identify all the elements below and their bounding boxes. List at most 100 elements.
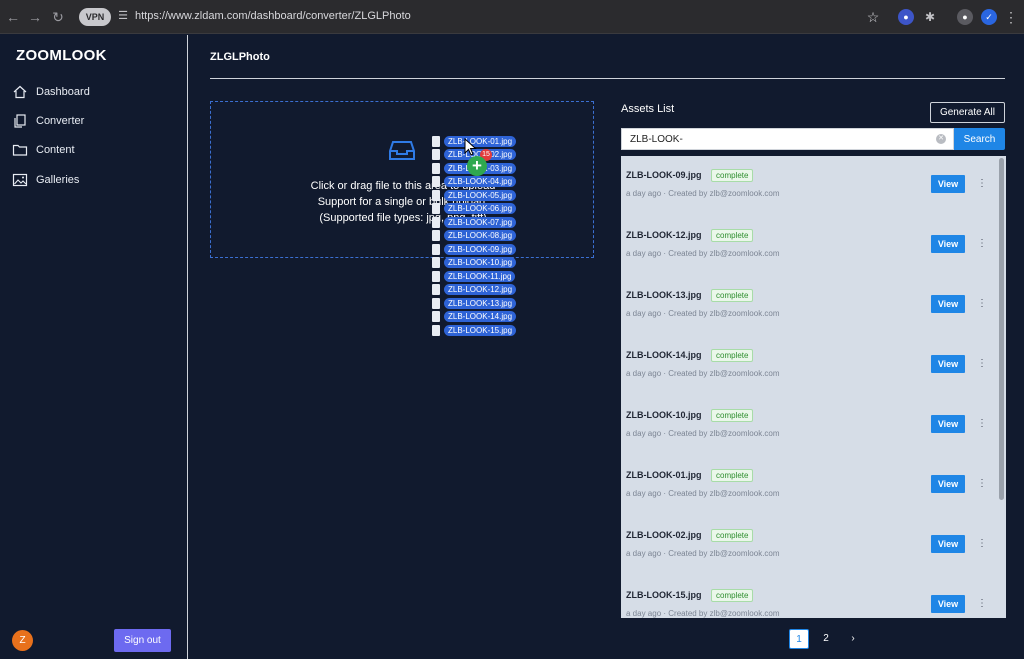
asset-name: ZLB-LOOK-14.jpg — [626, 350, 702, 360]
asset-age: a day ago — [626, 369, 662, 378]
view-button[interactable]: View — [931, 235, 965, 253]
view-button[interactable]: View — [931, 295, 965, 313]
status-badge: complete — [711, 289, 754, 302]
scrollbar-thumb[interactable] — [999, 158, 1004, 500]
drag-file-label: ZLB-LOOK-08.jpg — [444, 230, 517, 241]
asset-creator: Created by zlb@zoomlook.com — [668, 309, 780, 318]
extension-shield-icon[interactable]: ● — [898, 9, 914, 25]
view-button[interactable]: View — [931, 595, 965, 613]
asset-age: a day ago — [626, 189, 662, 198]
more-options-icon[interactable]: ⋮ — [977, 297, 987, 311]
drag-file: ZLB-LOOK-05.jpg — [432, 189, 517, 201]
asset-creator: Created by zlb@zoomlook.com — [668, 189, 780, 198]
view-button[interactable]: View — [931, 535, 965, 553]
status-badge: complete — [711, 589, 754, 602]
drag-file-label: ZLB-LOOK-13.jpg — [444, 297, 517, 309]
file-icon — [432, 257, 440, 268]
drag-file: ZLB-LOOK-06.jpg — [432, 203, 517, 215]
avatar[interactable]: Z — [12, 630, 33, 651]
list-item: ZLB-LOOK-10.jpg complete a day ago · Cre… — [621, 396, 996, 456]
extensions-puzzle-icon[interactable]: ✱ — [922, 9, 938, 25]
sidebar-item-dashboard[interactable]: Dashboard — [12, 82, 90, 102]
list-item: ZLB-LOOK-09.jpg complete a day ago · Cre… — [621, 156, 996, 216]
page-2-button[interactable]: 2 — [816, 629, 836, 649]
more-options-icon[interactable]: ⋮ — [977, 357, 987, 371]
reload-icon[interactable]: ↻ — [49, 8, 67, 26]
file-icon — [432, 311, 440, 322]
view-button[interactable]: View — [931, 175, 965, 193]
extension-check-icon[interactable]: ✓ — [981, 9, 997, 25]
asset-name: ZLB-LOOK-13.jpg — [626, 290, 702, 300]
page-title: ZLGLPhoto — [210, 51, 270, 63]
asset-name: ZLB-LOOK-01.jpg — [626, 470, 702, 480]
drag-file-label: ZLB-LOOK-12.jpg — [444, 284, 517, 295]
file-icon — [432, 176, 440, 187]
file-icon — [432, 216, 440, 228]
upload-file-types: (Supported file types: jpg, png, tiff) — [319, 212, 487, 224]
copy-plus-icon: + — [467, 156, 487, 176]
drag-file-label: ZLB-LOOK-06.jpg — [444, 203, 517, 214]
next-page-icon[interactable]: › — [843, 629, 863, 649]
asset-name: ZLB-LOOK-09.jpg — [626, 170, 702, 180]
drag-file-label: ZLB-LOOK-14.jpg — [444, 311, 517, 322]
sidebar-item-converter[interactable]: Converter — [12, 111, 84, 131]
asset-list[interactable]: ZLB-LOOK-09.jpg complete a day ago · Cre… — [621, 156, 1006, 618]
search-input[interactable] — [621, 128, 954, 150]
asset-age: a day ago — [626, 609, 662, 618]
asset-meta: a day ago · Created by zlb@zoomlook.com — [626, 549, 780, 558]
asset-name: ZLB-LOOK-15.jpg — [626, 590, 702, 600]
address-bar[interactable]: https://www.zldam.com/dashboard/converte… — [135, 10, 411, 22]
asset-meta: a day ago · Created by zlb@zoomlook.com — [626, 309, 780, 318]
drag-file: ZLB-LOOK-14.jpg — [432, 311, 517, 323]
file-icon — [432, 297, 440, 309]
page-1-button[interactable]: 1 — [789, 629, 809, 649]
more-options-icon[interactable]: ⋮ — [977, 177, 987, 191]
upload-dropzone[interactable]: Click or drag file to this area to uploa… — [210, 101, 594, 258]
bookmark-star-icon[interactable]: ☆ — [864, 8, 882, 26]
drag-file-label: ZLB-LOOK-10.jpg — [444, 257, 517, 268]
status-badge: complete — [711, 469, 754, 482]
more-options-icon[interactable]: ⋮ — [977, 237, 987, 251]
file-icon — [432, 149, 440, 160]
upload-subhint: Support for a single or bulk upload. — [317, 196, 489, 208]
cursor-icon — [464, 138, 477, 156]
asset-creator: Created by zlb@zoomlook.com — [668, 369, 780, 378]
sign-out-button[interactable]: Sign out — [114, 629, 171, 652]
profile-icon[interactable]: ● — [957, 9, 973, 25]
asset-age: a day ago — [626, 309, 662, 318]
view-button[interactable]: View — [931, 355, 965, 373]
asset-meta: a day ago · Created by zlb@zoomlook.com — [626, 189, 780, 198]
more-options-icon[interactable]: ⋮ — [977, 537, 987, 551]
file-icon — [432, 189, 440, 201]
list-item: ZLB-LOOK-12.jpg complete a day ago · Cre… — [621, 216, 996, 276]
asset-creator: Created by zlb@zoomlook.com — [668, 249, 780, 258]
view-button[interactable]: View — [931, 415, 965, 433]
more-options-icon[interactable]: ⋮ — [977, 477, 987, 491]
search-button[interactable]: Search — [954, 128, 1005, 150]
view-button[interactable]: View — [931, 475, 965, 493]
drag-file: ZLB-LOOK-15.jpg — [432, 324, 517, 336]
drag-file-label: ZLB-LOOK-01.jpg — [444, 135, 517, 147]
vpn-badge[interactable]: VPN — [79, 8, 111, 26]
browser-menu-icon[interactable]: ⋮ — [1002, 8, 1020, 26]
asset-creator: Created by zlb@zoomlook.com — [668, 429, 780, 438]
site-settings-icon[interactable]: ☰ — [116, 9, 130, 23]
generate-all-button[interactable]: Generate All — [930, 102, 1005, 123]
scrollbar[interactable] — [997, 156, 1006, 618]
more-options-icon[interactable]: ⋮ — [977, 417, 987, 431]
list-item: ZLB-LOOK-01.jpg complete a day ago · Cre… — [621, 456, 996, 516]
file-icon — [432, 270, 440, 282]
sidebar-item-galleries[interactable]: Galleries — [12, 170, 79, 190]
drag-file: ZLB-LOOK-13.jpg — [432, 297, 517, 309]
back-icon[interactable]: ← — [4, 8, 22, 26]
sidebar-item-content[interactable]: Content — [12, 140, 75, 160]
forward-icon[interactable]: → — [26, 8, 44, 26]
clear-search-icon[interactable]: ✕ — [936, 134, 946, 144]
drag-file-label: ZLB-LOOK-11.jpg — [444, 270, 516, 282]
upload-hint: Click or drag file to this area to uploa… — [310, 180, 496, 192]
status-badge: complete — [711, 349, 754, 362]
assets-list-title: Assets List — [621, 103, 675, 115]
asset-meta: a day ago · Created by zlb@zoomlook.com — [626, 489, 780, 498]
more-options-icon[interactable]: ⋮ — [977, 597, 987, 611]
asset-name: ZLB-LOOK-10.jpg — [626, 410, 702, 420]
